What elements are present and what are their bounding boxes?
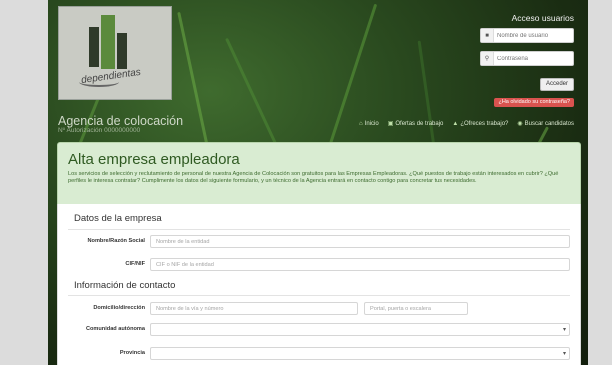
page-title: Alta empresa empleadora — [68, 151, 240, 168]
banner-description: Los servicios de selección y reclutamien… — [68, 171, 559, 185]
province-select[interactable]: ▾ — [150, 347, 570, 360]
divider — [68, 229, 570, 230]
logo[interactable]: dependientas — [58, 6, 172, 100]
chevron-down-icon: ▾ — [562, 351, 566, 357]
nav-label: ¿Ofreces trabajo? — [460, 120, 509, 127]
nav-item-ofertas[interactable]: ▣ Ofertas de trabajo — [387, 120, 444, 128]
password-field[interactable]: ⚲ — [480, 51, 574, 66]
nav-item-ofreces[interactable]: ▲ ¿Ofreces trabajo? — [452, 120, 508, 127]
password-input[interactable] — [494, 54, 573, 63]
name-input[interactable]: Nombre de la entidad — [150, 235, 570, 248]
agency-subtitle: Nº Autorización 0000000000 — [58, 127, 141, 134]
province-label: Provincia — [119, 350, 145, 356]
address-label: Domicilio/dirección — [93, 305, 145, 311]
nav-item-inicio[interactable]: ⌂ Inicio — [359, 120, 379, 127]
username-field[interactable]: ■ — [480, 28, 574, 43]
page: dependientas Agencia de colocación Nº Au… — [48, 0, 588, 365]
chevron-down-icon: ▾ — [562, 327, 566, 333]
name-label: Nombre/Razón Social — [87, 238, 145, 244]
key-icon: ⚲ — [481, 52, 494, 65]
search-icon: ◉ — [517, 121, 523, 127]
form-panel: Datos de la empresa Nombre/Razón Social … — [57, 204, 581, 365]
region-label: Comunidad autónoma — [85, 326, 145, 332]
forgot-password-button[interactable]: ¿Ha olvidado su contraseña? — [494, 98, 574, 107]
browser-frame: dependientas Agencia de colocación Nº Au… — [0, 0, 612, 365]
nav-label: Buscar candidatos — [524, 120, 574, 127]
agency-title: Agencia de colocación — [58, 114, 184, 128]
nav-label: Inicio — [364, 120, 379, 127]
username-input[interactable] — [494, 31, 573, 40]
user-icon: ■ — [481, 29, 494, 42]
briefcase-icon: ▣ — [387, 121, 394, 127]
divider — [68, 295, 570, 296]
cif-input[interactable]: CIF o NIF de la entidad — [150, 258, 570, 271]
section-title-contact: Información de contacto — [74, 280, 176, 291]
user-icon: ▲ — [452, 120, 459, 127]
address-input[interactable]: Nombre de la vía y número — [150, 302, 358, 315]
home-icon: ⌂ — [359, 120, 363, 127]
main-nav: ⌂ Inicio ▣ Ofertas de trabajo ▲ ¿Ofreces… — [359, 120, 574, 128]
nav-label: Ofertas de trabajo — [395, 120, 444, 127]
cif-label: CIF/NIF — [125, 261, 145, 267]
floor-input[interactable]: Portal, puerta o escalera — [364, 302, 468, 315]
section-title-company: Datos de la empresa — [74, 213, 162, 224]
login-button[interactable]: Acceder — [539, 78, 574, 91]
page-banner: Alta empresa empleadora Los servicios de… — [57, 142, 581, 206]
nav-item-candidatos[interactable]: ◉ Buscar candidatos — [517, 120, 574, 128]
login-title: Acceso usuarios — [511, 13, 574, 23]
region-select[interactable]: ▾ — [150, 323, 570, 336]
